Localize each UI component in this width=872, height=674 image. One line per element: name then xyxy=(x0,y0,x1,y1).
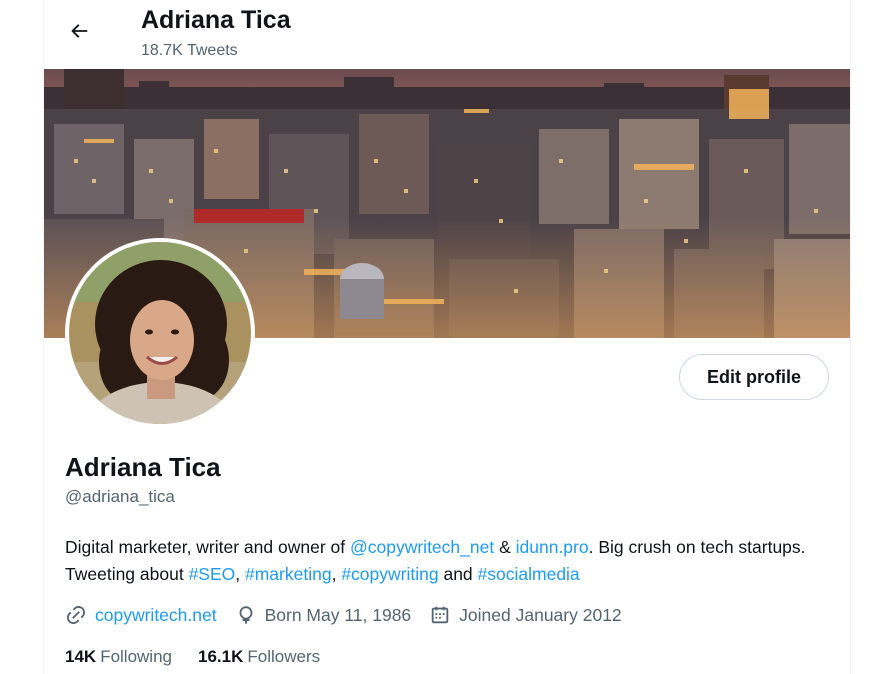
profile-stats: 14K Following 16.1K Followers xyxy=(65,647,346,667)
avatar-image xyxy=(69,242,251,424)
hashtag-marketing-link[interactable]: #marketing xyxy=(245,564,332,584)
website-item: copywritech.net xyxy=(65,604,217,626)
birth-date: Born May 11, 1986 xyxy=(264,604,412,625)
calendar-icon xyxy=(431,606,449,624)
bio-text: Digital marketer, writer and owner of xyxy=(65,537,350,557)
header-title: Adriana Tica xyxy=(141,6,291,34)
followers-label: Followers xyxy=(247,647,321,666)
birthday-item: Born May 11, 1986 xyxy=(235,604,412,626)
bio-text: & xyxy=(494,537,516,557)
join-date: Joined January 2012 xyxy=(459,604,622,625)
hashtag-copywriting-link[interactable]: #copywriting xyxy=(341,564,438,584)
following-link[interactable]: 14K Following xyxy=(65,647,172,667)
profile-column: Adriana Tica 18.7K Tweets Edit profile A… xyxy=(43,0,851,674)
bio-text: , xyxy=(235,564,245,584)
edit-profile-button[interactable]: Edit profile xyxy=(679,354,829,400)
avatar[interactable] xyxy=(65,238,255,428)
profile-page: Adriana Tica 18.7K Tweets Edit profile A… xyxy=(0,0,872,674)
profile-name: Adriana Tica xyxy=(65,452,221,482)
bio-mention-link[interactable]: @copywritech_net xyxy=(350,537,494,557)
link-icon xyxy=(66,605,86,625)
joined-item: Joined January 2012 xyxy=(429,604,622,626)
balloon-icon xyxy=(239,606,253,624)
arrow-left-icon xyxy=(71,24,88,38)
bio-text: , xyxy=(331,564,342,584)
bio-text: and xyxy=(438,564,478,584)
followers-count: 16.1K xyxy=(198,647,244,666)
hashtag-seo-link[interactable]: #SEO xyxy=(189,564,236,584)
following-count: 14K xyxy=(65,647,97,666)
hashtag-socialmedia-link[interactable]: #socialmedia xyxy=(478,564,580,584)
profile-handle: @adriana_tica xyxy=(65,487,175,506)
profile-meta: copywritech.net Born May 11, 1986 Joined… xyxy=(65,604,640,626)
followers-link[interactable]: 16.1K Followers xyxy=(198,647,320,667)
tweet-count: 18.7K Tweets xyxy=(141,42,238,59)
website-link[interactable]: copywritech.net xyxy=(95,605,217,626)
following-label: Following xyxy=(100,647,172,666)
bio-site-link[interactable]: idunn.pro xyxy=(516,537,589,557)
back-button[interactable] xyxy=(61,13,97,49)
profile-bio: Digital marketer, writer and owner of @c… xyxy=(65,534,835,588)
